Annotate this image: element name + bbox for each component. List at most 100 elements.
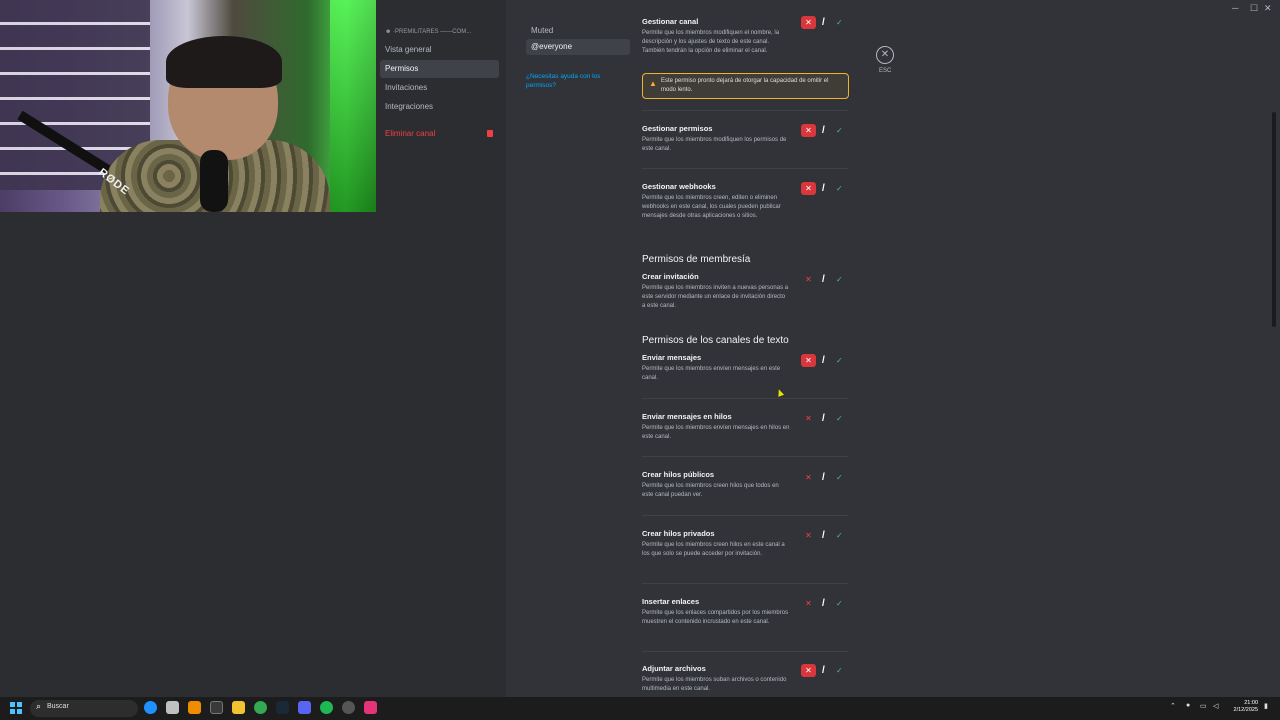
app-pink-icon[interactable] xyxy=(364,701,377,714)
spotify-icon[interactable] xyxy=(320,701,333,714)
deny-button[interactable]: ✕ xyxy=(801,597,816,610)
sidebar-item-integrations[interactable]: Integraciones xyxy=(380,98,499,116)
allow-button[interactable]: ✓ xyxy=(836,664,843,677)
content-scrollbar[interactable] xyxy=(1272,112,1276,327)
app-circle-icon[interactable] xyxy=(342,701,355,714)
neutral-button[interactable]: / xyxy=(822,273,825,286)
maximize-icon[interactable]: ☐ xyxy=(1250,3,1258,14)
webcam-overlay: RØDE xyxy=(0,0,376,212)
neutral-button[interactable]: / xyxy=(822,664,825,677)
neutral-button[interactable]: / xyxy=(822,354,825,367)
permission-toggle: ✕ / ✓ xyxy=(801,16,847,30)
esc-label: ESC xyxy=(879,68,892,74)
allow-button[interactable]: ✓ xyxy=(836,529,843,542)
deny-button[interactable]: ✕ xyxy=(801,273,816,286)
chrome-icon[interactable] xyxy=(254,701,267,714)
divider xyxy=(642,583,848,584)
sidebar-item-invites[interactable]: Invitaciones xyxy=(380,79,499,97)
warning-text: Este permiso pronto dejará de otorgar la… xyxy=(661,78,829,93)
taskbar-clock[interactable]: 21:00 2/12/2025 xyxy=(1226,700,1258,714)
neutral-button[interactable]: / xyxy=(822,16,825,29)
divider xyxy=(642,168,848,169)
allow-button[interactable]: ✓ xyxy=(836,354,843,367)
divider xyxy=(642,398,848,399)
permission-description: Permite que los enlaces compartidos por … xyxy=(642,610,789,625)
app-dark-icon[interactable] xyxy=(210,701,223,714)
permission-toggle: ✕ / ✓ xyxy=(801,597,847,611)
neutral-button[interactable]: / xyxy=(822,471,825,484)
allow-button[interactable]: ✓ xyxy=(836,471,843,484)
app-window-icon[interactable] xyxy=(166,701,179,714)
notifications-icon[interactable]: ▮ xyxy=(1264,702,1268,710)
permissions-help-link[interactable]: ¿Necesitas ayuda con los permisos? xyxy=(526,72,621,90)
tray-chevron-icon[interactable]: ⌃ xyxy=(1170,702,1176,710)
allow-button[interactable]: ✓ xyxy=(836,597,843,610)
allow-button[interactable]: ✓ xyxy=(836,16,843,29)
deny-button[interactable]: ✕ xyxy=(801,529,816,542)
sidebar-item-overview[interactable]: Vista general xyxy=(380,41,499,59)
permission-description: Permite que los miembros suban archivos … xyxy=(642,677,787,692)
permission-toggle: ✕ / ✓ xyxy=(801,182,847,196)
section-title-membership: Permisos de membresía xyxy=(642,254,751,265)
permission-toggle: ✕ / ✓ xyxy=(801,412,847,426)
delete-channel-button[interactable]: Eliminar canal xyxy=(380,125,499,143)
permission-description: Permite que los miembros modifiquen los … xyxy=(642,137,787,152)
allow-button[interactable]: ✓ xyxy=(836,182,843,195)
permission-description: Permite que los miembros modifiquen el n… xyxy=(642,30,780,54)
role-item-muted[interactable]: Muted xyxy=(526,23,630,39)
clock-date: 2/12/2025 xyxy=(1233,707,1258,713)
server-name: ☻ ·PREMILITARES ——COM... xyxy=(385,29,472,35)
volume-icon[interactable]: ◁ xyxy=(1213,702,1218,710)
sidebar-item-permissions[interactable]: Permisos xyxy=(380,60,499,78)
permission-toggle: ✕ / ✓ xyxy=(801,529,847,543)
deny-button[interactable]: ✕ xyxy=(801,16,816,29)
edge-browser-icon[interactable] xyxy=(144,701,157,714)
neutral-button[interactable]: / xyxy=(822,182,825,195)
webcam-green-light xyxy=(330,0,376,212)
file-explorer-icon[interactable] xyxy=(232,701,245,714)
divider xyxy=(642,515,848,516)
allow-button[interactable]: ✓ xyxy=(836,412,843,425)
app-orange-icon[interactable] xyxy=(188,701,201,714)
search-placeholder: Buscar xyxy=(47,703,69,710)
taskbar-search[interactable]: ⌕ Buscar xyxy=(30,700,138,717)
allow-button[interactable]: ✓ xyxy=(836,124,843,137)
close-window-icon[interactable]: ✕ xyxy=(1264,3,1272,14)
deny-button[interactable]: ✕ xyxy=(801,354,816,367)
discord-icon[interactable] xyxy=(298,701,311,714)
divider xyxy=(642,651,848,652)
deny-button[interactable]: ✕ xyxy=(801,664,816,677)
clock-time: 21:00 xyxy=(1244,700,1258,706)
permission-description: Permite que los miembros inviten a nueva… xyxy=(642,285,789,309)
neutral-button[interactable]: / xyxy=(822,529,825,542)
divider xyxy=(642,456,848,457)
permission-description: Permite que los miembros envíen mensajes… xyxy=(642,366,781,381)
permission-toggle: ✕ / ✓ xyxy=(801,664,847,678)
deny-button[interactable]: ✕ xyxy=(801,182,816,195)
neutral-button[interactable]: / xyxy=(822,124,825,137)
neutral-button[interactable]: / xyxy=(822,412,825,425)
permission-toggle: ✕ / ✓ xyxy=(801,124,847,138)
microphone-icon[interactable]: ● xyxy=(1186,702,1190,709)
neutral-button[interactable]: / xyxy=(822,597,825,610)
network-icon[interactable]: ▭ xyxy=(1200,702,1207,710)
permission-description: Permite que los miembros creen, editen o… xyxy=(642,195,781,219)
permission-toggle: ✕ / ✓ xyxy=(801,471,847,485)
close-settings-button[interactable]: ✕ xyxy=(876,46,894,64)
deny-button[interactable]: ✕ xyxy=(801,412,816,425)
webcam-microphone xyxy=(200,150,228,212)
minimize-icon[interactable]: ─ xyxy=(1232,3,1238,13)
windows-taskbar: ⌕ Buscar ⌃ ● ▭ ◁ 21:00 2/12/2025 ▮ xyxy=(0,697,1280,720)
permission-toggle: ✕ / ✓ xyxy=(801,354,847,368)
allow-button[interactable]: ✓ xyxy=(836,273,843,286)
deny-button[interactable]: ✕ xyxy=(801,471,816,484)
windows-start-icon[interactable] xyxy=(10,702,22,714)
mouse-cursor-icon xyxy=(775,388,785,397)
trash-icon[interactable] xyxy=(487,130,493,137)
steam-icon[interactable] xyxy=(276,701,289,714)
role-item-everyone[interactable]: @everyone xyxy=(526,39,630,55)
permission-description: Permite que los miembros creen hilos en … xyxy=(642,542,785,557)
search-icon: ⌕ xyxy=(36,701,42,711)
permission-description: Permite que los miembros creen hilos que… xyxy=(642,483,779,498)
deny-button[interactable]: ✕ xyxy=(801,124,816,137)
